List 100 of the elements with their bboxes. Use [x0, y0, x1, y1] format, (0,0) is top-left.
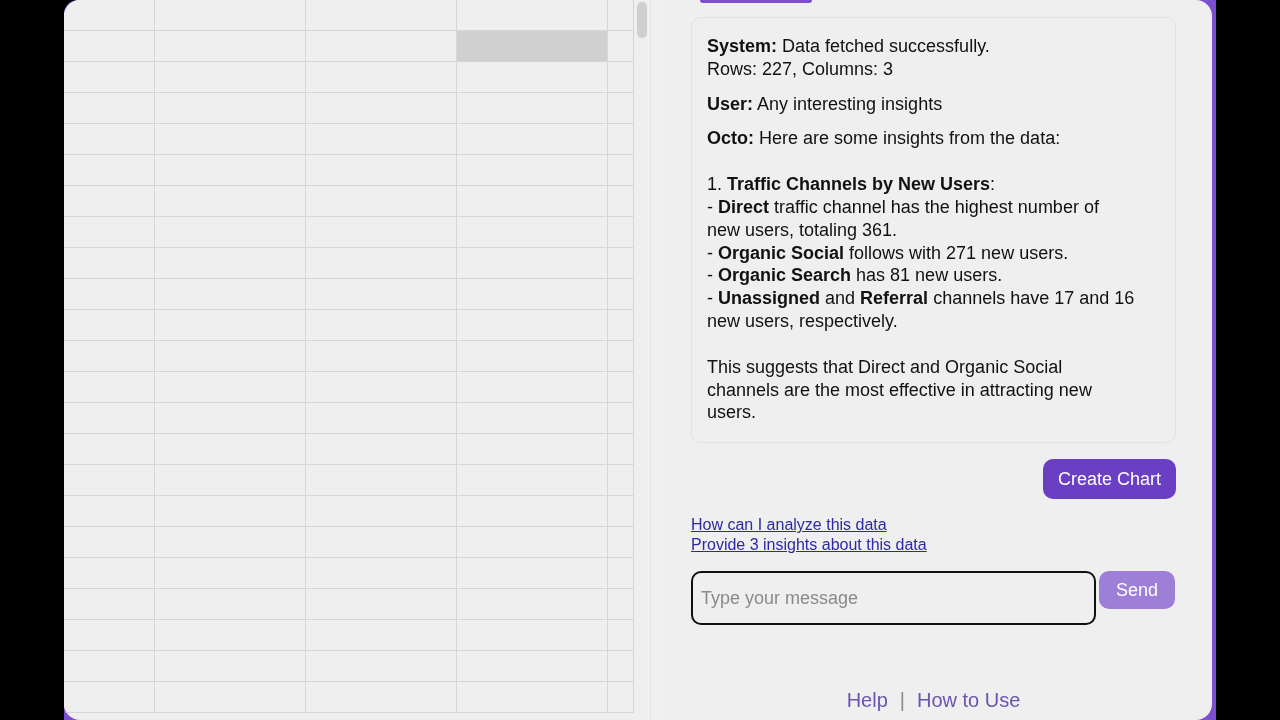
grid-cell[interactable] — [306, 465, 457, 496]
grid-cell[interactable] — [608, 93, 634, 124]
grid-cell[interactable] — [608, 651, 634, 682]
grid-cell[interactable] — [608, 62, 634, 93]
grid-cell[interactable] — [457, 372, 608, 403]
grid-cell[interactable] — [306, 0, 457, 31]
grid-cell[interactable] — [457, 682, 608, 713]
grid-cell[interactable] — [155, 434, 306, 465]
grid-cell[interactable] — [155, 558, 306, 589]
grid-cell[interactable] — [155, 589, 306, 620]
grid-cell[interactable] — [608, 155, 634, 186]
grid-cell[interactable] — [64, 496, 155, 527]
grid-cell[interactable] — [64, 682, 155, 713]
grid-cell[interactable] — [155, 124, 306, 155]
grid-cell[interactable] — [306, 496, 457, 527]
grid-cell[interactable] — [608, 372, 634, 403]
create-chart-button[interactable]: Create Chart — [1042, 459, 1176, 500]
grid-cell[interactable] — [64, 620, 155, 651]
grid-cell[interactable] — [64, 0, 155, 31]
grid-cell[interactable] — [457, 155, 608, 186]
how-to-use-link[interactable]: How to Use — [917, 689, 1021, 712]
grid-cell[interactable] — [155, 93, 306, 124]
grid-cell[interactable] — [64, 589, 155, 620]
grid-cell[interactable] — [306, 527, 457, 558]
grid-cell[interactable] — [306, 124, 457, 155]
grid-cell[interactable] — [155, 403, 306, 434]
grid-cell[interactable] — [608, 558, 634, 589]
grid-cell[interactable] — [608, 124, 634, 155]
grid-cell[interactable] — [608, 496, 634, 527]
grid-cell[interactable] — [64, 434, 155, 465]
grid-cell[interactable] — [155, 372, 306, 403]
grid-cell[interactable] — [64, 310, 155, 341]
grid-cell[interactable] — [155, 279, 306, 310]
grid-cell[interactable] — [457, 589, 608, 620]
grid-cell[interactable] — [457, 558, 608, 589]
grid-cell[interactable] — [608, 527, 634, 558]
grid-cell[interactable] — [64, 155, 155, 186]
grid-cell[interactable] — [155, 217, 306, 248]
grid-cell[interactable] — [306, 341, 457, 372]
grid-cell[interactable] — [306, 651, 457, 682]
grid-cell[interactable] — [457, 465, 608, 496]
grid-cell[interactable] — [608, 31, 634, 62]
grid-cell[interactable] — [608, 248, 634, 279]
grid-cell[interactable] — [306, 620, 457, 651]
grid-cell[interactable] — [155, 0, 306, 31]
grid-cell[interactable] — [306, 31, 457, 62]
grid-cell[interactable] — [457, 341, 608, 372]
grid-cell[interactable] — [155, 248, 306, 279]
grid-cell[interactable] — [457, 496, 608, 527]
grid-cell[interactable] — [608, 186, 634, 217]
grid-cell[interactable] — [306, 310, 457, 341]
grid-cell[interactable] — [155, 496, 306, 527]
grid-cell[interactable] — [457, 31, 608, 62]
grid-cell[interactable] — [457, 279, 608, 310]
grid-cell[interactable] — [457, 310, 608, 341]
grid-cell[interactable] — [457, 403, 608, 434]
grid-cell[interactable] — [64, 651, 155, 682]
grid-cell[interactable] — [64, 341, 155, 372]
grid-cell[interactable] — [155, 155, 306, 186]
scrollbar-thumb[interactable] — [637, 2, 647, 38]
grid-cell[interactable] — [306, 589, 457, 620]
grid-cell[interactable] — [306, 372, 457, 403]
grid-cell[interactable] — [457, 62, 608, 93]
grid-cell[interactable] — [457, 186, 608, 217]
grid-cell[interactable] — [457, 434, 608, 465]
grid-cell[interactable] — [306, 403, 457, 434]
grid-cell[interactable] — [155, 682, 306, 713]
grid-cell[interactable] — [64, 558, 155, 589]
grid-cell[interactable] — [457, 0, 608, 31]
grid-cell[interactable] — [608, 434, 634, 465]
grid-cell[interactable] — [306, 217, 457, 248]
grid-cell[interactable] — [457, 93, 608, 124]
grid-cell[interactable] — [64, 186, 155, 217]
grid-cell[interactable] — [457, 217, 608, 248]
grid-cell[interactable] — [155, 62, 306, 93]
grid-cell[interactable] — [155, 31, 306, 62]
help-link[interactable]: Help — [846, 689, 888, 712]
grid-cell[interactable] — [64, 279, 155, 310]
grid-cell[interactable] — [608, 217, 634, 248]
grid-cell[interactable] — [608, 589, 634, 620]
grid-cell[interactable] — [155, 620, 306, 651]
grid-cell[interactable] — [155, 310, 306, 341]
grid-cell[interactable] — [155, 341, 306, 372]
grid-cell[interactable] — [306, 558, 457, 589]
message-input[interactable]: Type your message — [691, 571, 1096, 626]
grid-cell[interactable] — [457, 651, 608, 682]
grid-cell[interactable] — [457, 620, 608, 651]
grid-cell[interactable] — [155, 651, 306, 682]
grid-cell[interactable] — [608, 620, 634, 651]
grid-cell[interactable] — [608, 465, 634, 496]
grid-cell[interactable] — [306, 62, 457, 93]
grid-cell[interactable] — [608, 0, 634, 31]
grid-cell[interactable] — [608, 310, 634, 341]
grid-cell[interactable] — [64, 93, 155, 124]
grid-cell[interactable] — [306, 434, 457, 465]
grid-cell[interactable] — [64, 403, 155, 434]
grid-cell[interactable] — [457, 527, 608, 558]
grid-cell[interactable] — [64, 124, 155, 155]
grid-cell[interactable] — [64, 31, 155, 62]
grid-cell[interactable] — [64, 62, 155, 93]
